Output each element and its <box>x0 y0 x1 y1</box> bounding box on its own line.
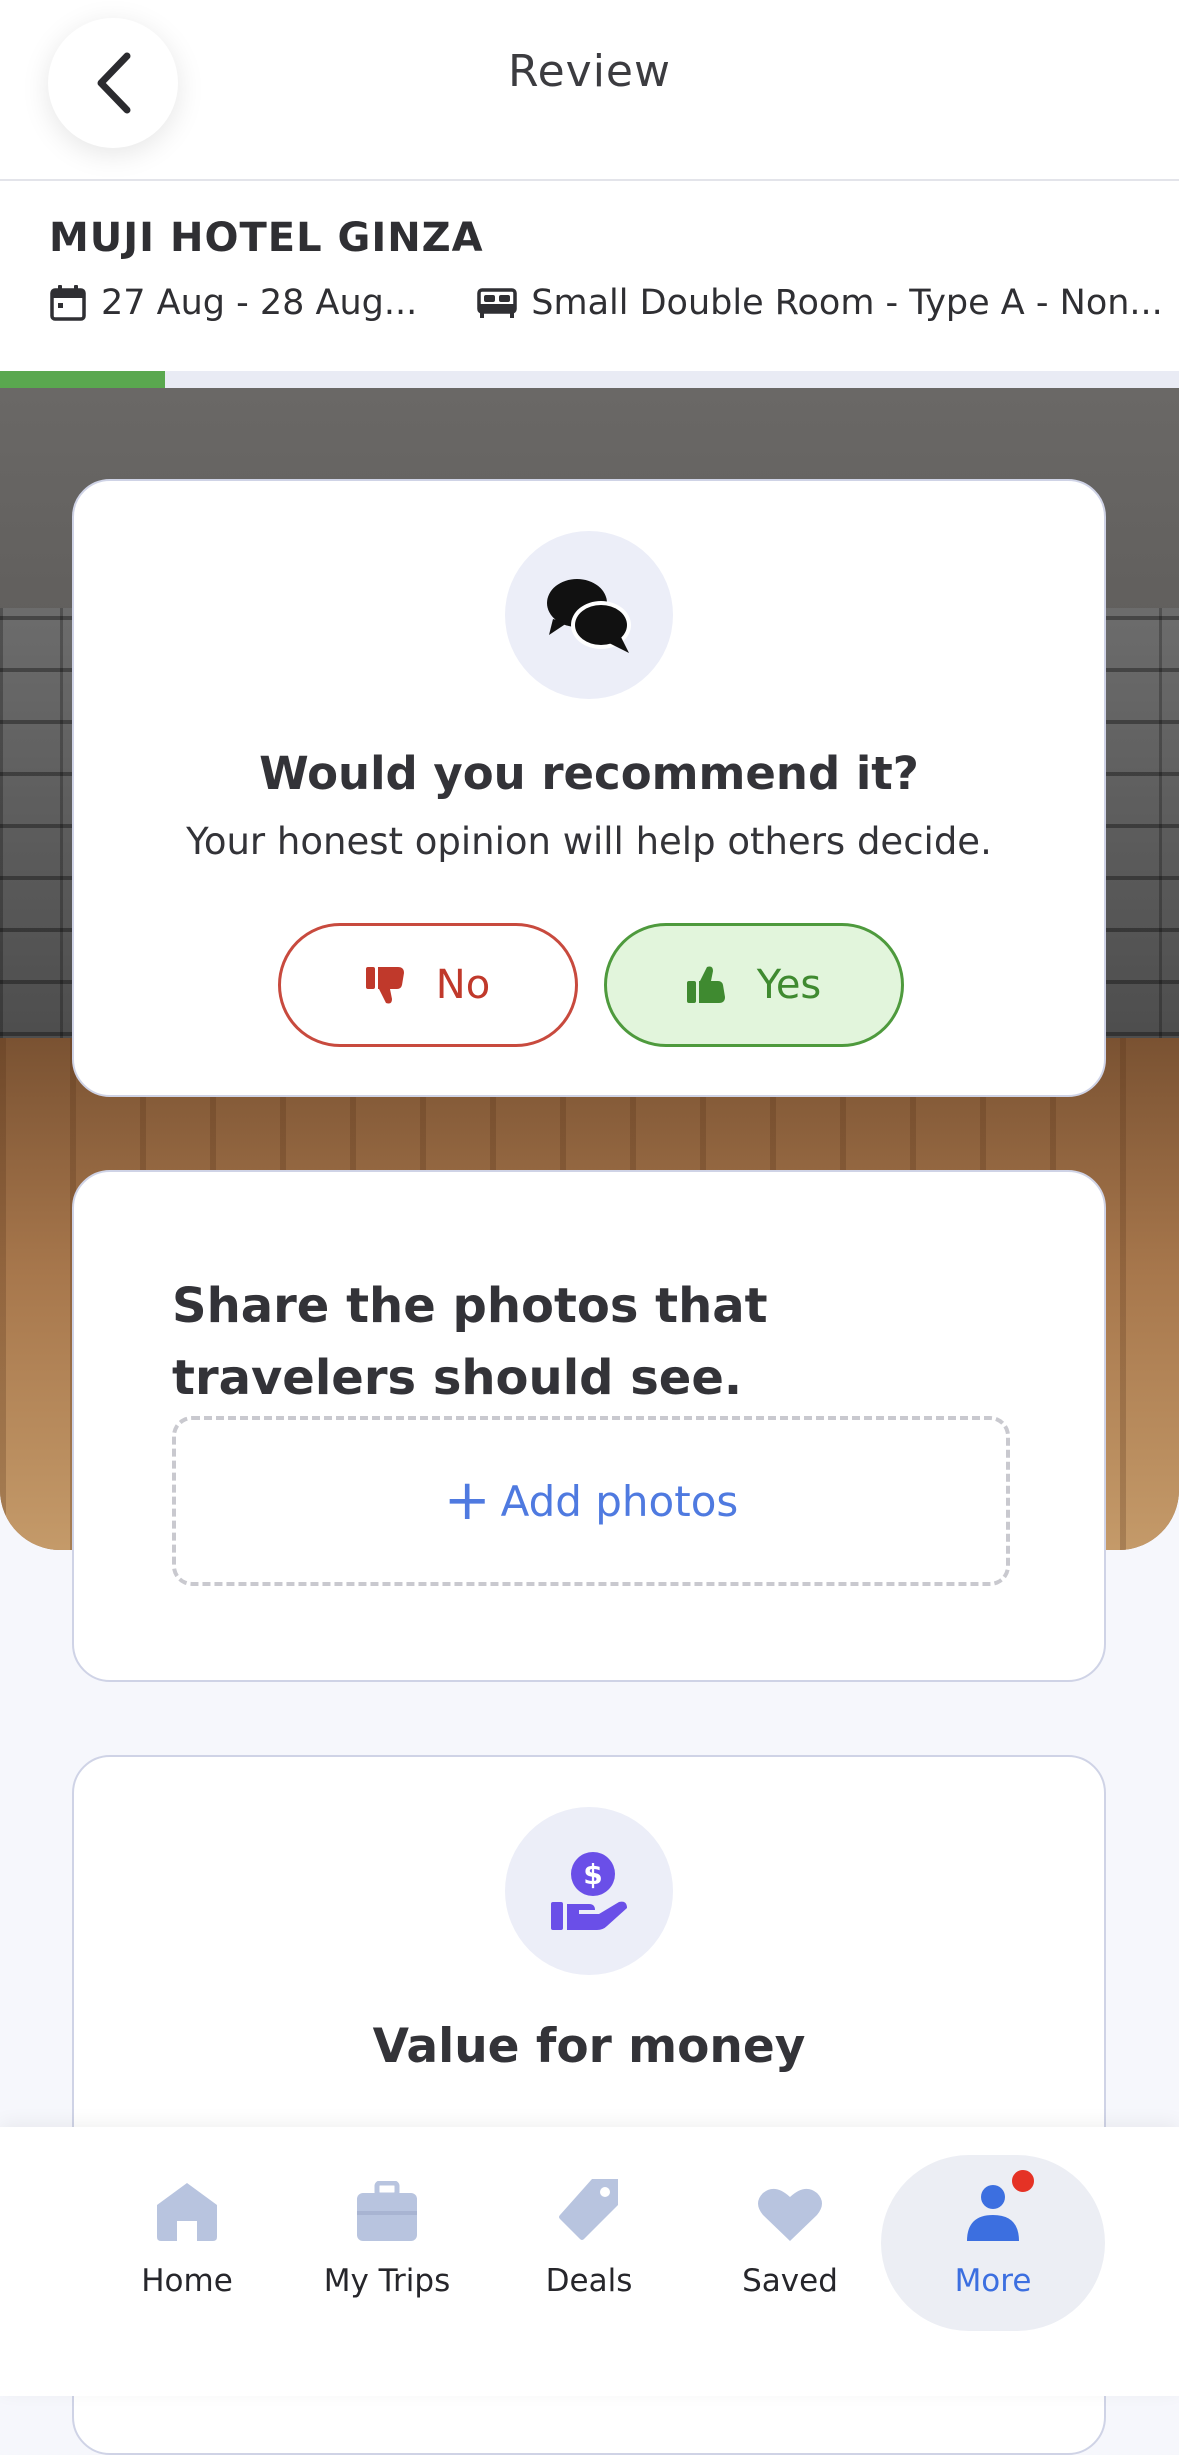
notification-badge <box>1009 2167 1037 2195</box>
hotel-info: MUJI HOTEL GINZA 27 Aug - 28 Aug... Smal… <box>0 181 1179 371</box>
top-bar: Review <box>0 0 1179 181</box>
hotel-name: MUJI HOTEL GINZA <box>49 215 484 261</box>
nav-saved[interactable]: Saved <box>690 2155 890 2331</box>
add-photos-button[interactable]: + Add photos <box>172 1416 1010 1586</box>
stay-dates: 27 Aug - 28 Aug... <box>101 283 418 323</box>
yes-button[interactable]: Yes <box>604 923 904 1047</box>
home-icon <box>157 2183 217 2241</box>
calendar-icon <box>49 284 87 322</box>
plus-icon: + <box>443 1468 491 1533</box>
bottom-navigation: Home My Trips Deals Saved More <box>0 2127 1179 2396</box>
nav-deals-label: Deals <box>545 2263 633 2299</box>
recommend-icon-circle <box>505 531 673 699</box>
recommend-subtitle: Your honest opinion will help others dec… <box>186 820 992 863</box>
nav-my-trips-label: My Trips <box>323 2263 451 2299</box>
stay-details: 27 Aug - 28 Aug... Small Double Room - T… <box>49 283 1163 323</box>
thumbs-up-icon <box>686 966 725 1003</box>
nav-home[interactable]: Home <box>87 2155 287 2331</box>
heart-icon <box>758 2188 822 2241</box>
chat-bubbles-icon <box>547 579 631 653</box>
photos-card: Share the photos that travelers should s… <box>72 1170 1106 1682</box>
nav-my-trips[interactable]: My Trips <box>287 2155 487 2331</box>
suitcase-icon <box>357 2181 417 2241</box>
hand-money-icon: $ <box>551 1852 627 1930</box>
value-title: Value for money <box>372 2019 806 2074</box>
nav-home-label: Home <box>141 2263 233 2299</box>
nav-more[interactable]: More <box>881 2155 1105 2331</box>
no-button-label: No <box>435 962 491 1008</box>
yes-button-label: Yes <box>756 962 822 1008</box>
photos-title: Share the photos that travelers should s… <box>172 1278 768 1406</box>
recommend-title: Would you recommend it? <box>259 747 919 800</box>
bed-icon <box>477 286 518 320</box>
svg-text:$: $ <box>583 1858 602 1891</box>
recommend-card: Would you recommend it? Your honest opin… <box>72 479 1106 1097</box>
add-photos-label: Add photos <box>500 1476 739 1526</box>
review-progress-fill <box>0 371 166 388</box>
value-icon-circle: $ <box>505 1807 673 1975</box>
tag-icon <box>559 2179 618 2240</box>
no-button[interactable]: No <box>278 923 578 1047</box>
nav-deals[interactable]: Deals <box>489 2155 689 2331</box>
room-type: Small Double Room - Type A - Non... <box>531 283 1163 323</box>
review-progress-bar <box>0 371 1179 388</box>
thumbs-down-icon <box>365 967 404 1004</box>
page-title: Review <box>508 46 671 97</box>
nav-more-label: More <box>954 2263 1032 2299</box>
nav-saved-label: Saved <box>742 2263 838 2299</box>
